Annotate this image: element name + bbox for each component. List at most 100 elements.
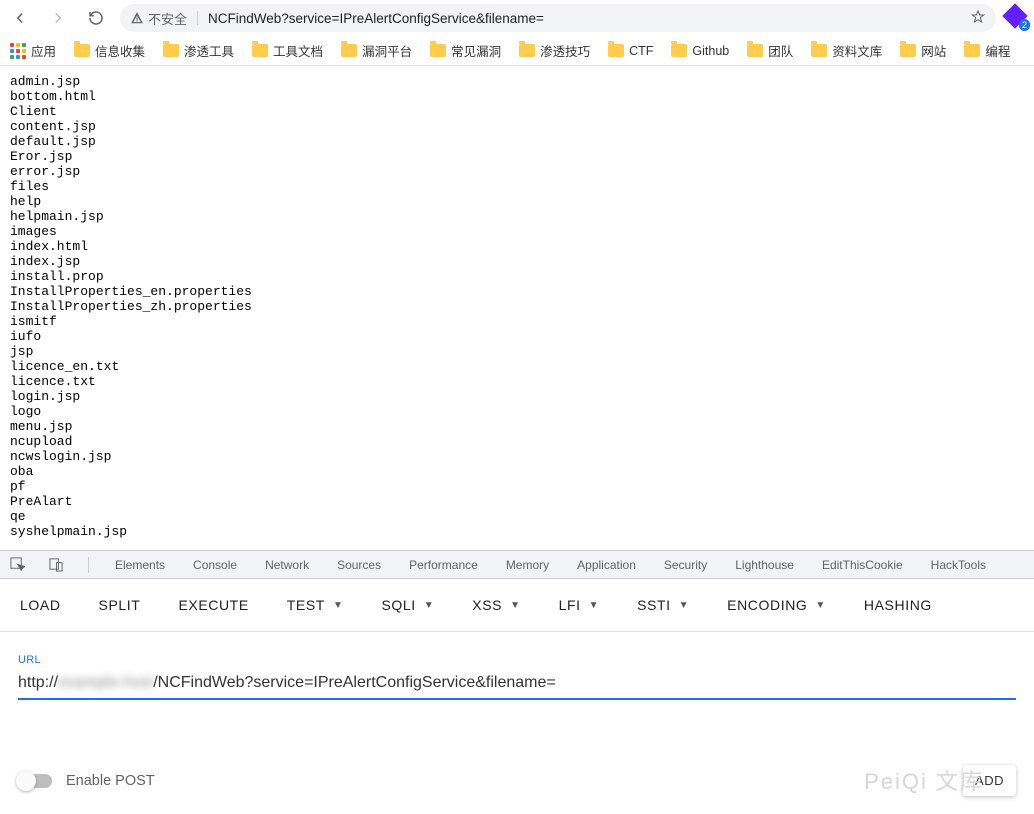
file-entry: ismitf [10, 314, 1024, 329]
device-toggle-icon[interactable] [49, 557, 64, 572]
hackbar-action[interactable]: LOAD [20, 597, 61, 613]
devtools-tab[interactable]: Lighthouse [733, 558, 796, 572]
folder-icon [608, 44, 624, 57]
file-entry: licence.txt [10, 374, 1024, 389]
bookmark-folder[interactable]: 团队 [743, 39, 797, 62]
hackbar-action[interactable]: SQLI ▼ [381, 597, 434, 613]
extension-button[interactable]: 2 [1006, 7, 1028, 29]
file-entry: helpmain.jsp [10, 209, 1024, 224]
file-entry: install.prop [10, 269, 1024, 284]
arrow-left-icon [11, 9, 29, 27]
enable-post-toggle[interactable] [18, 774, 52, 788]
url-suffix: /NCFindWeb?service=IPreAlertConfigServic… [153, 674, 556, 691]
devtools-tab[interactable]: Application [575, 558, 638, 572]
back-button[interactable] [6, 4, 34, 32]
file-entry: logo [10, 404, 1024, 419]
hackbar-action[interactable]: SSTI▼ [637, 597, 689, 613]
folder-icon [811, 44, 827, 57]
bookmark-label: Github [692, 44, 729, 58]
file-entry: ncupload [10, 434, 1024, 449]
folder-icon [163, 44, 179, 57]
devtools-tab[interactable]: Security [662, 558, 709, 572]
add-button[interactable]: ADD [963, 765, 1016, 796]
hackbar-action[interactable]: TEST▼ [287, 597, 344, 613]
devtools-tab[interactable]: Console [191, 558, 239, 572]
devtools-tab[interactable]: Network [263, 558, 311, 572]
hackbar-action-label: ENCODING [727, 597, 807, 613]
apps-shortcut[interactable]: 应用 [6, 39, 60, 62]
bookmark-label: CTF [629, 44, 653, 58]
hackbar-action[interactable]: HASHING [864, 597, 932, 613]
star-icon [970, 9, 986, 25]
file-entry: iufo [10, 329, 1024, 344]
reload-button[interactable] [82, 4, 110, 32]
bookmark-star-button[interactable] [970, 9, 986, 28]
apps-grid-icon [10, 43, 26, 59]
bookmark-label: 漏洞平台 [362, 41, 412, 60]
address-bar[interactable]: 不安全 NCFindWeb?service=IPreAlertConfigSer… [120, 4, 996, 32]
bookmark-folder[interactable]: 工具文档 [248, 39, 327, 62]
folder-icon [519, 44, 535, 57]
devtools-tab[interactable]: Memory [504, 558, 551, 572]
browser-toolbar: 不安全 NCFindWeb?service=IPreAlertConfigSer… [0, 0, 1034, 36]
bookmarks-bar: 应用 信息收集 渗透工具工具文档 漏洞平台常见漏洞 渗透技巧 CTF Github 团队资料… [0, 36, 1034, 66]
bookmark-label: 编程 [985, 41, 1010, 60]
hackbar-action-label: SPLIT [99, 597, 141, 613]
hackbar-action-label: SQLI [381, 597, 415, 613]
bookmark-folder[interactable]: 渗透工具 [159, 39, 238, 62]
folder-icon [74, 44, 90, 57]
bookmark-folder[interactable]: 渗透技巧 [515, 39, 594, 62]
file-entry: jsp [10, 344, 1024, 359]
hackbar-action[interactable]: SPLIT [99, 597, 141, 613]
file-entry: bottom.html [10, 89, 1024, 104]
hackbar-action[interactable]: EXECUTE [178, 597, 248, 613]
inspect-icon[interactable] [10, 557, 25, 572]
folder-icon [747, 44, 763, 57]
url-text: NCFindWeb?service=IPreAlertConfigService… [208, 11, 960, 26]
file-entry: files [10, 179, 1024, 194]
devtools-tab[interactable]: Performance [407, 558, 480, 572]
hackbar-action[interactable]: XSS▼ [472, 597, 520, 613]
bookmark-label: 渗透工具 [184, 41, 234, 60]
bookmark-label: 网站 [921, 41, 946, 60]
file-entry: index.jsp [10, 254, 1024, 269]
url-input[interactable]: http://example.host/NCFindWeb?service=IP… [18, 670, 1016, 700]
file-entry: InstallProperties_en.properties [10, 284, 1024, 299]
bookmark-folder[interactable]: 信息收集 [70, 39, 149, 62]
file-entry: login.jsp [10, 389, 1024, 404]
hackbar-action[interactable]: LFI▼ [559, 597, 600, 613]
devtools-tab[interactable]: Sources [335, 558, 383, 572]
folder-icon [341, 44, 357, 57]
reload-icon [87, 9, 105, 27]
devtools-tab[interactable]: EditThisCookie [820, 558, 905, 572]
devtools-panel: Elements Console Network Sources Performance… [0, 550, 1034, 710]
url-panel: URL http://example.host/NCFindWeb?servic… [0, 632, 1034, 710]
hackbar-action[interactable]: ENCODING ▼ [727, 597, 826, 613]
hackbar-action-label: EXECUTE [178, 597, 248, 613]
bookmark-folder[interactable]: 常见漏洞 [426, 39, 505, 62]
file-entry: Eror.jsp [10, 149, 1024, 164]
devtools-tab[interactable]: HackTools [929, 558, 988, 572]
bookmark-folder[interactable]: 编程 [960, 39, 1014, 62]
devtools-tab[interactable]: Elements [113, 558, 167, 572]
chevron-down-icon: ▼ [424, 600, 435, 611]
forward-button[interactable] [44, 4, 72, 32]
enable-post-toggle-wrap: Enable POST [18, 773, 155, 789]
file-entry: syshelpmain.jsp [10, 524, 1024, 539]
bookmark-folder[interactable]: Github [667, 39, 733, 62]
file-entry: index.html [10, 239, 1024, 254]
chevron-down-icon: ▼ [815, 600, 826, 611]
bookmark-folder[interactable]: 资料文库 [807, 39, 886, 62]
file-entry: ncwslogin.jsp [10, 449, 1024, 464]
hackbar-action-label: SSTI [637, 597, 671, 613]
bookmark-label: 信息收集 [95, 41, 145, 60]
bookmark-label: 渗透技巧 [540, 41, 590, 60]
bookmark-folder[interactable]: CTF [604, 39, 657, 62]
bookmark-folder[interactable]: 网站 [896, 39, 950, 62]
file-entry: admin.jsp [10, 74, 1024, 89]
chevron-down-icon: ▼ [589, 600, 600, 611]
bookmark-folder[interactable]: 漏洞平台 [337, 39, 416, 62]
file-entry: content.jsp [10, 119, 1024, 134]
folder-icon [900, 44, 916, 57]
file-entry: PreAlart [10, 494, 1024, 509]
